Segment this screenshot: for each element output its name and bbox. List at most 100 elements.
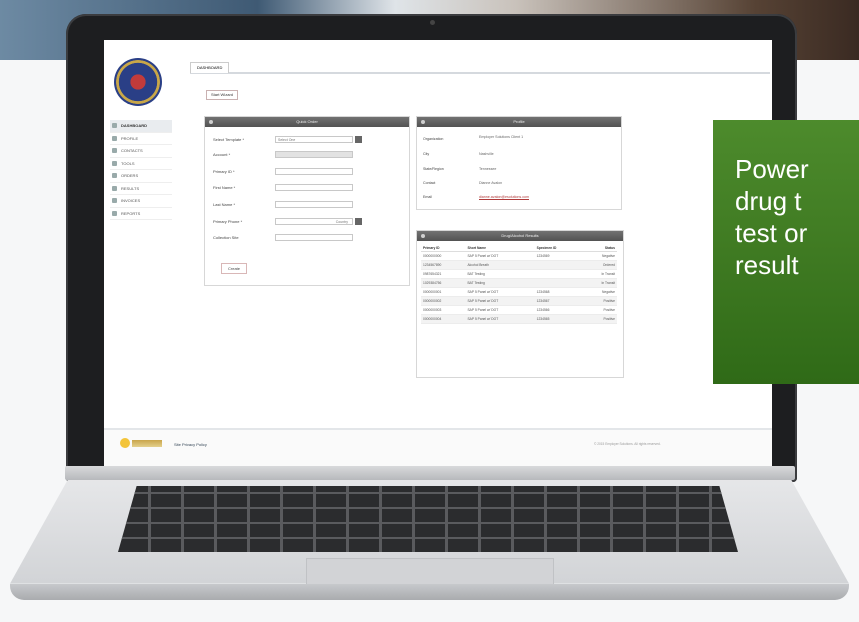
profile-value: Nashville: [479, 152, 494, 156]
chevron-down-icon[interactable]: [355, 136, 362, 143]
sidebar-item-orders[interactable]: ORDERS: [110, 170, 172, 183]
privacy-policy-link[interactable]: Site Privacy Policy: [174, 442, 207, 447]
profile-label: Organization: [423, 137, 444, 141]
table-cell: [534, 260, 583, 270]
table-row[interactable]: 0000000004 SAP 5 Panel w/ DOT 1234565 Posit…: [421, 314, 617, 324]
table-row[interactable]: 1234567890 Alcohol Breath Ordered: [421, 260, 617, 270]
quick-order-panel: Quick Order Select Template * Select One…: [204, 116, 410, 286]
tab-dashboard[interactable]: DASHBOARD: [190, 62, 230, 73]
collection-site-field[interactable]: [275, 234, 353, 241]
sidebar-item-label: DASHBOARD: [121, 123, 147, 129]
table-row[interactable]: 0000000000 SAP 5 Panel w/ DOT 1234569 Negat…: [421, 251, 617, 261]
sidebar-item-label: PROFILE: [121, 135, 139, 141]
table-cell: SAP 5 Panel w/ DOT: [465, 314, 535, 324]
table-cell: SAP 5 Panel w/ DOT: [465, 305, 535, 315]
first-name-field[interactable]: [275, 184, 353, 191]
profile-value: Tennessee: [479, 167, 497, 171]
table-cell: 0987654321: [421, 269, 466, 279]
panel-header: Quick Order: [205, 117, 409, 127]
email-link[interactable]: dianne.avalon@esolutions.com: [479, 195, 529, 199]
user-icon: [112, 135, 117, 141]
profile-value: Dianne Avalon: [479, 181, 503, 185]
table-cell: 1234566: [534, 305, 583, 315]
sidebar-item-tools[interactable]: TOOLS: [110, 158, 172, 170]
primary-id-field[interactable]: [275, 168, 353, 175]
field-label: Primary ID *: [213, 169, 235, 174]
account-field: [275, 151, 353, 158]
table-row[interactable]: 0000000001 SAP 5 Panel w/ DOT 1234568 Negat…: [421, 287, 617, 297]
table-cell: [534, 269, 583, 279]
template-select[interactable]: Select One: [275, 136, 353, 143]
profile-value: Employer Solutions Client 1: [479, 135, 524, 139]
home-icon: [112, 123, 117, 129]
table-cell: BAT Testing: [465, 269, 535, 279]
panel-title: Quick Order: [296, 119, 318, 124]
promo-text: Power drug t test or result: [735, 153, 859, 281]
table-cell: 1234568: [534, 287, 583, 297]
promo-line: Power: [735, 154, 809, 184]
table-row[interactable]: 0987654321 BAT Testing In Transit: [421, 269, 617, 279]
phone-country-select[interactable]: Country: [275, 218, 353, 225]
last-name-field[interactable]: [275, 201, 353, 208]
table-cell: In Transit: [582, 278, 617, 288]
table-row[interactable]: 0000000003 SAP 5 Panel w/ DOT 1234566 Posit…: [421, 305, 617, 315]
keyboard-rows: [118, 486, 738, 552]
table-cell: SAP 5 Panel w/ DOT: [465, 251, 535, 261]
table-cell: 0000000000: [421, 251, 466, 261]
camera-icon: [430, 20, 435, 25]
table-cell: Positive: [582, 296, 617, 306]
table-cell: 1029384756: [421, 278, 466, 288]
create-button[interactable]: Create: [221, 263, 248, 274]
profile-label: State/Region: [423, 167, 444, 171]
sidebar-item-label: RESULTS: [121, 185, 140, 191]
seal-logo: [114, 58, 162, 106]
table-cell: In Transit: [582, 269, 617, 279]
table-cell: Ordered: [582, 260, 617, 270]
table-cell: 0000000002: [421, 296, 466, 306]
copyright-text: © 2015 Employer Solutions. All rights re…: [594, 442, 661, 446]
promo-line: result: [735, 250, 799, 280]
sidebar-item-label: REPORTS: [121, 210, 141, 216]
table-cell: Positive: [582, 305, 617, 315]
chevron-down-icon[interactable]: [355, 218, 362, 225]
profile-label: Contact: [423, 181, 436, 185]
sidebar: DASHBOARD PROFILE CONTACTS TOOLS ORDERS …: [110, 120, 172, 220]
table-cell: Alcohol Breath: [465, 260, 535, 270]
brand-logo: [132, 440, 162, 447]
contacts-icon: [112, 148, 117, 154]
sidebar-item-reports[interactable]: REPORTS: [110, 208, 172, 220]
wrench-icon: [112, 160, 117, 166]
invoice-icon: [112, 198, 117, 204]
field-label: Select Template *: [213, 137, 245, 142]
sidebar-item-label: ORDERS: [121, 173, 139, 179]
sidebar-item-label: TOOLS: [121, 160, 135, 166]
panel-title: Profile: [513, 119, 525, 124]
field-label: Collection Site: [213, 235, 239, 240]
table-cell: SAP 5 Panel w/ DOT: [465, 287, 535, 297]
table-cell: 0000000004: [421, 314, 466, 324]
sidebar-item-label: CONTACTS: [121, 148, 143, 154]
sidebar-item-invoices[interactable]: INVOICES: [110, 195, 172, 208]
sidebar-item-dashboard[interactable]: DASHBOARD: [110, 120, 172, 133]
table-cell: [534, 278, 583, 288]
table-row[interactable]: 1029384756 BAT Testing In Transit: [421, 278, 617, 288]
lightbulb-logo: [120, 438, 130, 448]
table-cell: Positive: [582, 314, 617, 324]
promo-banner: Power drug t test or result: [713, 120, 859, 384]
table-cell: 1234567890: [421, 260, 466, 270]
table-row[interactable]: 0000000002 SAP 5 Panel w/ DOT 1234567 Posit…: [421, 296, 617, 306]
panel-icon: [421, 234, 425, 238]
panel-header: Profile: [417, 117, 621, 127]
cart-icon: [112, 173, 117, 179]
tab-bar: DASHBOARD: [190, 62, 770, 74]
laptop-hinge: [65, 466, 795, 480]
sidebar-item-profile[interactable]: PROFILE: [110, 133, 172, 145]
start-wizard-button[interactable]: Start Wizard: [206, 90, 239, 100]
field-label: Primary Phone *: [213, 219, 243, 224]
laptop-screen: DASHBOARD PROFILE CONTACTS TOOLS ORDERS …: [104, 40, 772, 467]
sidebar-item-results[interactable]: RESULTS: [110, 183, 172, 195]
panel-header: Drug/Alcohol Results: [417, 231, 623, 241]
table-cell: 0000000003: [421, 305, 466, 315]
sidebar-item-contacts[interactable]: CONTACTS: [110, 145, 172, 158]
panel-title: Drug/Alcohol Results: [501, 233, 539, 238]
